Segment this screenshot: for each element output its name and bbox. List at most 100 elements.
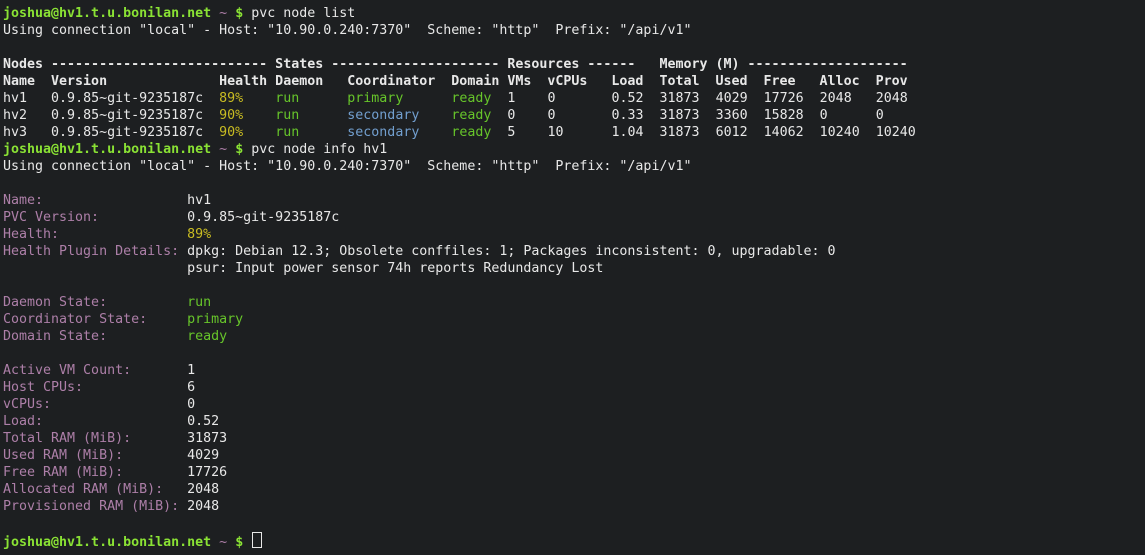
prompt-cwd: ~	[219, 535, 227, 550]
info-value: run	[187, 295, 211, 310]
command-text: pvc node list	[251, 6, 355, 21]
info-free-ram: Free RAM (MiB): 17726	[3, 464, 1145, 481]
cell-health: 90%	[219, 125, 275, 140]
info-value: 4029	[187, 448, 219, 463]
info-value: primary	[187, 312, 243, 327]
cell-name: hv3	[3, 125, 51, 140]
info-value: 6	[187, 380, 195, 395]
prompt-line-current: joshua@hv1.t.u.bonilan.net ~ $	[3, 532, 1145, 549]
info-health-plugin-details-2: psur: Input power sensor 74h reports Red…	[3, 260, 1145, 277]
info-value: dpkg: Debian 12.3; Obsolete conffiles: 1…	[187, 244, 835, 259]
info-coordinator-state: Coordinator State: primary	[3, 311, 1145, 328]
terminal-text	[211, 6, 219, 21]
terminal-screen[interactable]: joshua@hv1.t.u.bonilan.net ~ $ pvc node …	[0, 0, 1145, 555]
info-label: Host CPUs:	[3, 380, 187, 395]
cell-health: 89%	[219, 91, 275, 106]
cell-vms: 1	[507, 91, 547, 106]
node-row-hv1: hv1 0.9.85~git-9235187c 89% run primary …	[3, 90, 1145, 107]
terminal-text	[227, 6, 235, 21]
connection-info-line: Using connection "local" - Host: "10.90.…	[3, 22, 1145, 39]
cell-used: 4029	[716, 91, 764, 106]
blank-line	[3, 277, 1145, 294]
terminal-text	[3, 261, 187, 276]
cell-alloc: 10240	[820, 125, 876, 140]
cell-vcpus: 0	[547, 91, 611, 106]
cell-daemon: run	[275, 91, 347, 106]
prompt-symbol: $	[235, 6, 251, 21]
info-label: Allocated RAM (MiB):	[3, 482, 187, 497]
info-pvc-version: PVC Version: 0.9.85~git-9235187c	[3, 209, 1145, 226]
info-host-cpus: Host CPUs: 6	[3, 379, 1145, 396]
cell-version: 0.9.85~git-9235187c	[51, 125, 219, 140]
cell-domain: ready	[451, 91, 507, 106]
info-value: 1	[187, 363, 195, 378]
cell-version: 0.9.85~git-9235187c	[51, 108, 219, 123]
info-value: 0.52	[187, 414, 219, 429]
cell-health: 90%	[219, 108, 275, 123]
info-vcpus: vCPUs: 0	[3, 396, 1145, 413]
table-section-banner: Nodes --------------------------- States…	[3, 57, 908, 72]
cell-version: 0.9.85~git-9235187c	[51, 91, 219, 106]
cell-prov: 10240	[876, 125, 916, 140]
info-value: 2048	[187, 499, 219, 514]
prompt-cwd: ~	[219, 6, 227, 21]
info-value: psur: Input power sensor 74h reports Red…	[187, 261, 603, 276]
cell-used: 6012	[716, 125, 764, 140]
cell-prov: 0	[876, 108, 884, 123]
connection-text: Using connection "local" - Host: "10.90.…	[3, 159, 691, 174]
prompt-symbol: $	[235, 535, 251, 550]
cell-coordinator: primary	[347, 91, 451, 106]
connection-text: Using connection "local" - Host: "10.90.…	[3, 23, 691, 38]
cell-used: 3360	[716, 108, 764, 123]
info-value: hv1	[187, 193, 211, 208]
node-row-hv3: hv3 0.9.85~git-9235187c 90% run secondar…	[3, 124, 1145, 141]
info-total-ram: Total RAM (MiB): 31873	[3, 430, 1145, 447]
info-allocated-ram: Allocated RAM (MiB): 2048	[3, 481, 1145, 498]
cell-load: 0.52	[611, 91, 659, 106]
info-label: Coordinator State:	[3, 312, 187, 327]
info-used-ram: Used RAM (MiB): 4029	[3, 447, 1145, 464]
info-domain-state: Domain State: ready	[3, 328, 1145, 345]
cell-domain: ready	[451, 108, 507, 123]
info-value: 0	[187, 397, 195, 412]
table-column-labels: Name Version Health Daemon Coordinator D…	[3, 74, 908, 89]
info-active-vm-count: Active VM Count: 1	[3, 362, 1145, 379]
cell-free: 15828	[764, 108, 820, 123]
cell-name: hv1	[3, 91, 51, 106]
info-label: Name:	[3, 193, 187, 208]
info-health-plugin-details: Health Plugin Details: dpkg: Debian 12.3…	[3, 243, 1145, 260]
table-section-header: Nodes --------------------------- States…	[3, 56, 1145, 73]
cell-load: 1.04	[611, 125, 659, 140]
prompt-user-host: joshua@hv1.t.u.bonilan.net	[3, 142, 211, 157]
cell-total: 31873	[660, 108, 716, 123]
info-value: 2048	[187, 482, 219, 497]
command-text: pvc node info hv1	[251, 142, 387, 157]
cell-coordinator: secondary	[347, 125, 451, 140]
info-provisioned-ram: Provisioned RAM (MiB): 2048	[3, 498, 1145, 515]
prompt-line-node-list: joshua@hv1.t.u.bonilan.net ~ $ pvc node …	[3, 5, 1145, 22]
cell-daemon: run	[275, 108, 347, 123]
info-value: 0.9.85~git-9235187c	[187, 210, 339, 225]
info-daemon-state: Daemon State: run	[3, 294, 1145, 311]
blank-line	[3, 39, 1145, 56]
info-load: Load: 0.52	[3, 413, 1145, 430]
info-label: PVC Version:	[3, 210, 187, 225]
cell-name: hv2	[3, 108, 51, 123]
connection-info-line: Using connection "local" - Host: "10.90.…	[3, 158, 1145, 175]
terminal-text	[211, 535, 219, 550]
cell-coordinator: secondary	[347, 108, 451, 123]
info-label: Provisioned RAM (MiB):	[3, 499, 187, 514]
cell-vms: 0	[507, 108, 547, 123]
prompt-user-host: joshua@hv1.t.u.bonilan.net	[3, 535, 211, 550]
prompt-cwd: ~	[219, 142, 227, 157]
info-label: Active VM Count:	[3, 363, 187, 378]
cell-prov: 2048	[876, 91, 908, 106]
cell-total: 31873	[660, 91, 716, 106]
info-label: Used RAM (MiB):	[3, 448, 187, 463]
info-label: vCPUs:	[3, 397, 187, 412]
cell-alloc: 0	[820, 108, 876, 123]
info-value: 31873	[187, 431, 227, 446]
info-health: Health: 89%	[3, 226, 1145, 243]
prompt-line-node-info: joshua@hv1.t.u.bonilan.net ~ $ pvc node …	[3, 141, 1145, 158]
info-name: Name: hv1	[3, 192, 1145, 209]
